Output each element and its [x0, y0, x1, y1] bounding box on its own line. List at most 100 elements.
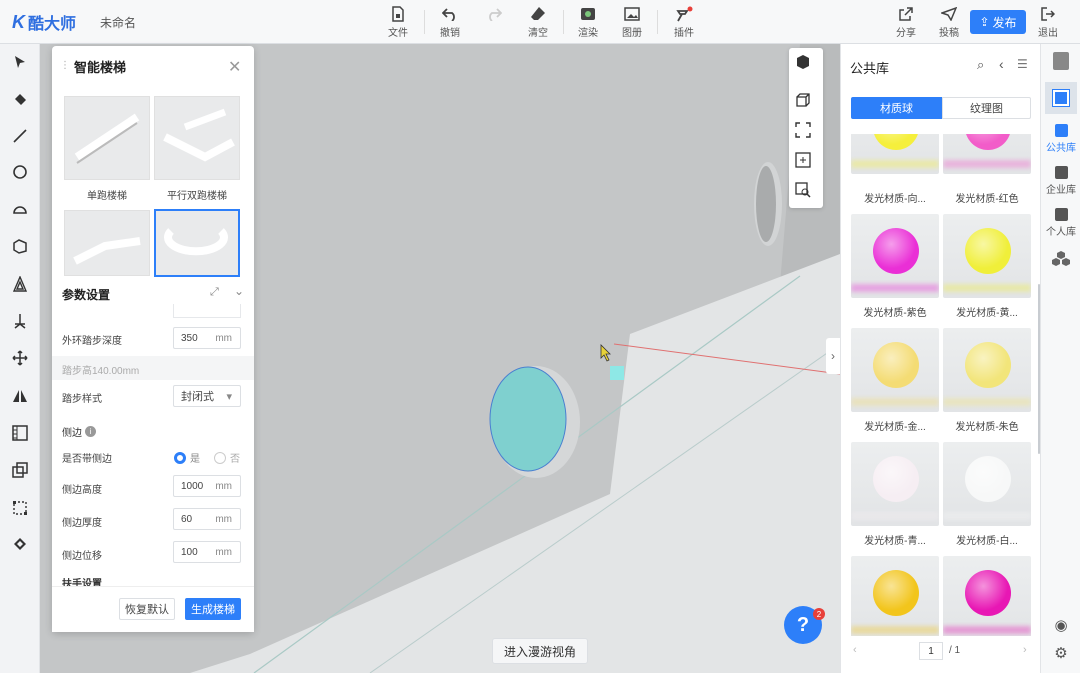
rail-notes-button[interactable]	[1041, 52, 1080, 70]
library-title: 公共库	[850, 61, 890, 76]
material-sphere	[873, 456, 919, 502]
exit-button[interactable]: 退出	[1026, 4, 1070, 40]
step-style-select[interactable]: 封闭式 ▾	[173, 385, 241, 407]
handrail-section-title: 扶手设置	[62, 579, 102, 586]
scale-tool[interactable]	[8, 496, 32, 520]
drawings-label: 图册	[622, 28, 642, 39]
hammer-icon	[675, 4, 693, 24]
line-icon	[13, 129, 27, 143]
mirror-tool[interactable]	[8, 384, 32, 408]
side-thickness-input[interactable]: 60 mm	[173, 508, 241, 530]
has-side-radio-no[interactable]: 否	[214, 450, 240, 465]
rail-components-button[interactable]	[1041, 250, 1080, 266]
arc-tool[interactable]	[8, 197, 32, 221]
line-tool[interactable]	[8, 124, 32, 148]
scale-icon	[13, 501, 27, 515]
yes-label: 是	[190, 454, 200, 465]
rail-layout-button[interactable]	[1045, 82, 1077, 114]
submit-button[interactable]: 投稿	[927, 4, 971, 40]
stair-type-straight[interactable]	[64, 96, 150, 180]
render-button[interactable]: 渲染	[566, 4, 610, 40]
selected-hole[interactable]	[489, 366, 567, 472]
send-icon	[941, 4, 957, 24]
array-tool[interactable]	[8, 421, 32, 445]
share-button[interactable]: 分享	[884, 4, 928, 40]
caret-down-icon: ▾	[226, 390, 232, 403]
side-offset-input[interactable]: 100 mm	[173, 541, 241, 563]
zoom-window-button[interactable]	[795, 152, 811, 171]
material-swatch[interactable]	[943, 134, 1031, 174]
page-next-icon[interactable]: ›	[1023, 644, 1027, 656]
select-tool[interactable]	[8, 50, 32, 74]
view-cube-button[interactable]	[795, 54, 811, 73]
fit-view-button[interactable]	[795, 122, 811, 141]
material-swatch[interactable]	[943, 214, 1031, 298]
circle-tool[interactable]	[8, 160, 32, 184]
material-swatch[interactable]	[943, 556, 1031, 636]
rail-settings-button[interactable]: ⚙	[1041, 644, 1080, 662]
side-height-input[interactable]: 1000 mm	[173, 475, 241, 497]
material-tool[interactable]	[8, 532, 32, 556]
document-title[interactable]: 未命名	[100, 14, 136, 31]
rotate-tool[interactable]	[8, 309, 32, 333]
reset-default-button[interactable]: 恢复默认	[119, 598, 175, 620]
has-side-radio-yes[interactable]: 是	[174, 450, 200, 465]
chevron-down-icon[interactable]: ⌄	[234, 284, 244, 298]
tab-texture-map[interactable]: 纹理图	[942, 97, 1031, 119]
eraser-icon	[530, 4, 546, 24]
expand-icon[interactable]: ⤢	[210, 286, 219, 299]
side-thickness-label: 侧边厚度	[62, 518, 102, 529]
eye-icon: ◉	[1054, 617, 1068, 634]
close-icon[interactable]: ✕	[228, 57, 241, 77]
copy-tool[interactable]	[8, 458, 32, 482]
outer-depth-input[interactable]: 350 mm	[173, 327, 241, 349]
material-swatch[interactable]	[943, 328, 1031, 412]
paint-tool[interactable]	[8, 88, 32, 112]
list-view-icon[interactable]: ☰	[1017, 57, 1028, 71]
material-swatch[interactable]	[851, 214, 939, 298]
roam-view-button[interactable]: 进入漫游视角	[492, 638, 588, 664]
rail-personal-library[interactable]: 个人库	[1041, 208, 1080, 238]
move-tool[interactable]	[8, 346, 32, 370]
tab-material-ball[interactable]: 材质球	[851, 97, 942, 119]
collapse-right-panel[interactable]: ›	[826, 338, 840, 374]
unit-label: mm	[215, 546, 232, 558]
offset-tool[interactable]	[8, 272, 32, 296]
file-menu-button[interactable]: 文件	[376, 4, 420, 40]
material-swatch[interactable]	[943, 442, 1031, 526]
stair-type-spiral[interactable]	[154, 209, 240, 277]
search-icon[interactable]: ⌕	[977, 57, 984, 73]
plugins-button[interactable]: 插件	[662, 4, 706, 40]
clear-button[interactable]: 清空	[516, 4, 560, 40]
radio-checked-icon	[174, 451, 186, 464]
glow-floor	[943, 284, 1031, 292]
zoom-select-button[interactable]	[795, 182, 811, 201]
push-pull-tool[interactable]	[8, 234, 32, 258]
material-sphere	[873, 570, 919, 616]
material-swatch[interactable]	[851, 328, 939, 412]
rail-enterprise-library[interactable]: 企业库	[1041, 166, 1080, 196]
redo-button[interactable]: 重做	[472, 4, 516, 40]
perspective-button[interactable]	[795, 92, 811, 111]
undo-button[interactable]: 撤销	[428, 4, 472, 40]
page-input[interactable]: 1	[919, 642, 943, 660]
chevron-left-icon[interactable]: ‹	[999, 56, 1004, 72]
material-swatch[interactable]	[851, 442, 939, 526]
publish-button[interactable]: ⇪ 发布	[970, 10, 1026, 34]
rail-visibility-button[interactable]: ◉	[1041, 616, 1080, 634]
stair-type-l-shape[interactable]	[64, 210, 150, 276]
drawings-button[interactable]: 图册	[610, 4, 654, 40]
material-label: 发光材质-朱色	[955, 422, 1019, 433]
material-swatch[interactable]	[851, 556, 939, 636]
step-height-note: 踏步高140.00mm	[62, 366, 140, 377]
material-swatch[interactable]	[851, 134, 939, 174]
side-height-label: 侧边高度	[62, 485, 102, 496]
app-logo[interactable]: K 酷大师	[12, 10, 76, 34]
undo-icon	[442, 4, 458, 24]
generate-stair-button[interactable]: 生成楼梯	[185, 598, 241, 620]
rail-public-library[interactable]: 公共库	[1041, 124, 1080, 154]
material-sphere	[965, 342, 1011, 388]
stair-type-parallel[interactable]	[154, 96, 240, 180]
page-prev-icon[interactable]: ‹	[853, 644, 857, 656]
info-icon[interactable]: i	[85, 426, 96, 437]
